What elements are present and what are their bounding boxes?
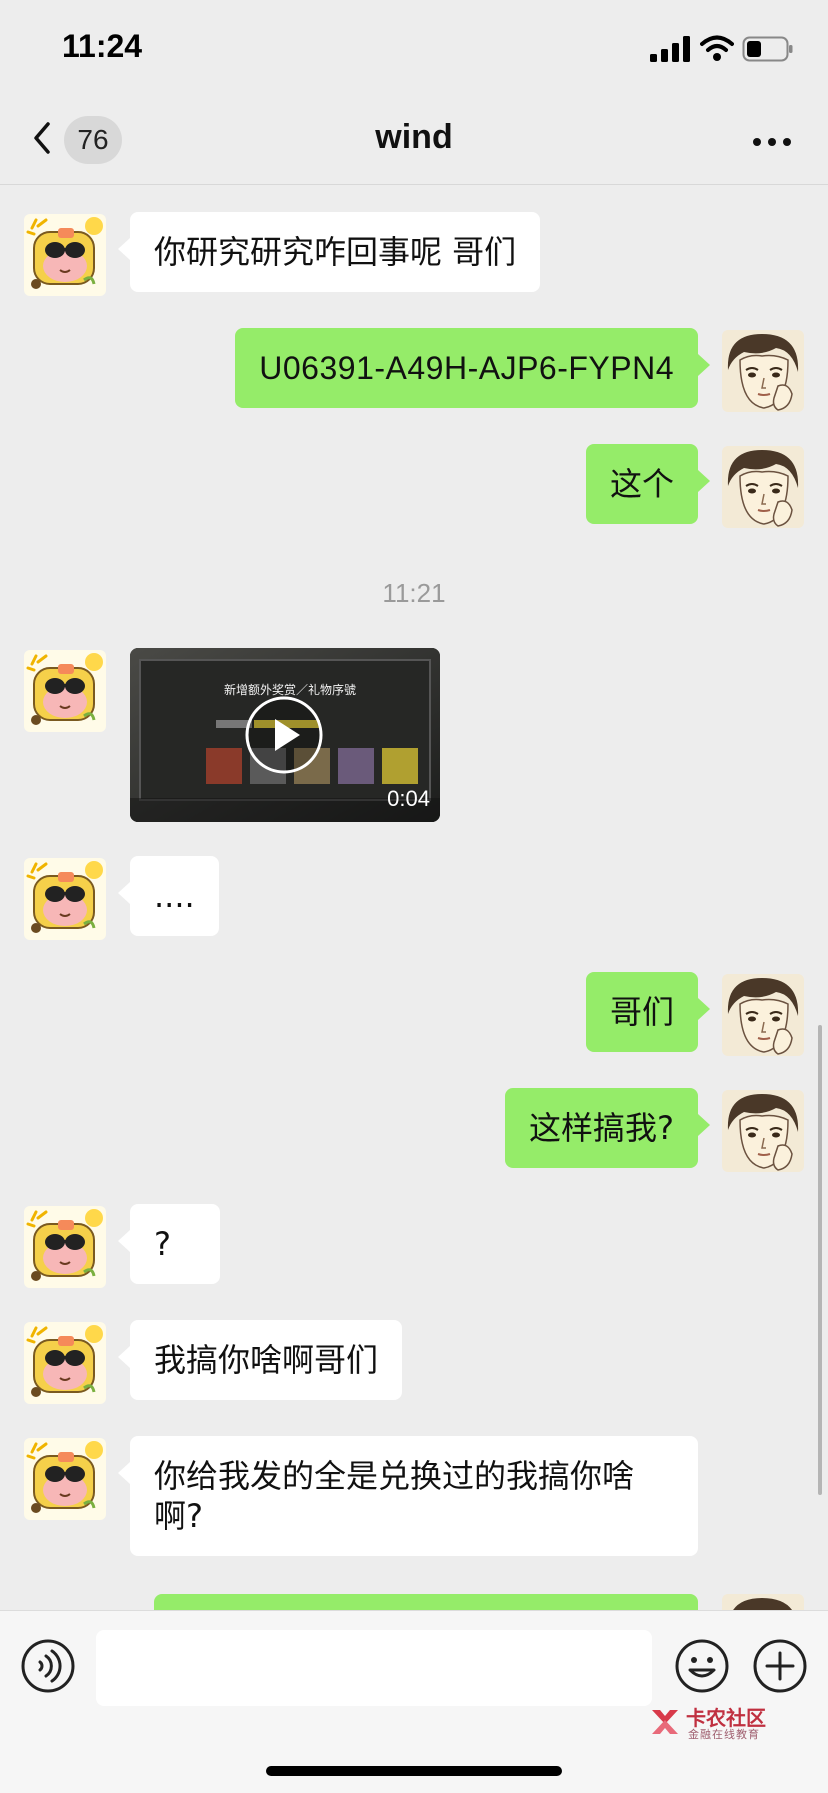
incoming-message-bubble[interactable]: 你研究研究咋回事呢 哥们: [117, 212, 541, 292]
friend-avatar[interactable]: [24, 1206, 106, 1288]
more-options-icon[interactable]: [752, 137, 792, 147]
friend-avatar[interactable]: [24, 858, 106, 940]
outgoing-message-bubble[interactable]: 这样搞我?: [505, 1088, 710, 1168]
watermark-logo: 卡农社区 金融在线教育: [648, 1702, 778, 1742]
outgoing-message-bubble[interactable]: 哥们: [585, 972, 711, 1052]
home-indicator[interactable]: [266, 1766, 562, 1776]
watermark-subtitle: 金融在线教育: [688, 1728, 760, 1741]
video-message[interactable]: 新增额外奖赏／礼物序號 0:04: [130, 648, 440, 822]
partial-outgoing-bubble: [154, 1594, 698, 1610]
message-input[interactable]: [96, 1630, 652, 1706]
incoming-message-bubble[interactable]: ....: [118, 856, 219, 936]
battery-icon: [742, 36, 793, 62]
play-icon[interactable]: [244, 695, 324, 775]
incoming-message-bubble[interactable]: ?: [118, 1204, 220, 1284]
my-avatar[interactable]: [722, 974, 804, 1056]
incoming-message-bubble[interactable]: 你给我发的全是兑换过的我搞你啥啊?: [118, 1436, 698, 1556]
video-duration: 0:04: [387, 786, 430, 811]
add-attachment-icon[interactable]: [752, 1638, 808, 1694]
friend-avatar[interactable]: [24, 1322, 106, 1404]
my-avatar[interactable]: [722, 330, 804, 412]
emoji-icon[interactable]: [674, 1638, 730, 1694]
message-timestamp: 11:21: [382, 578, 446, 608]
my-avatar[interactable]: [722, 1090, 804, 1172]
incoming-message-bubble[interactable]: 我搞你啥啊哥们: [117, 1320, 403, 1400]
outgoing-message-bubble[interactable]: 这个: [585, 444, 711, 524]
chat-title: wind: [375, 118, 453, 156]
watermark-logo-icon: [652, 1710, 678, 1734]
my-avatar: [722, 1594, 804, 1610]
friend-avatar[interactable]: [24, 650, 106, 732]
friend-avatar[interactable]: [24, 214, 106, 296]
outgoing-message-bubble[interactable]: U06391-A49H-AJP6-FYPN4: [235, 328, 710, 408]
voice-input-icon[interactable]: [20, 1638, 76, 1694]
cellular-signal-icon: [650, 36, 690, 62]
my-avatar[interactable]: [722, 446, 804, 528]
status-time: 11:24: [62, 28, 143, 64]
friend-avatar[interactable]: [24, 1438, 106, 1520]
wifi-icon: [700, 35, 734, 61]
chat-scrollbar[interactable]: [818, 1025, 822, 1495]
